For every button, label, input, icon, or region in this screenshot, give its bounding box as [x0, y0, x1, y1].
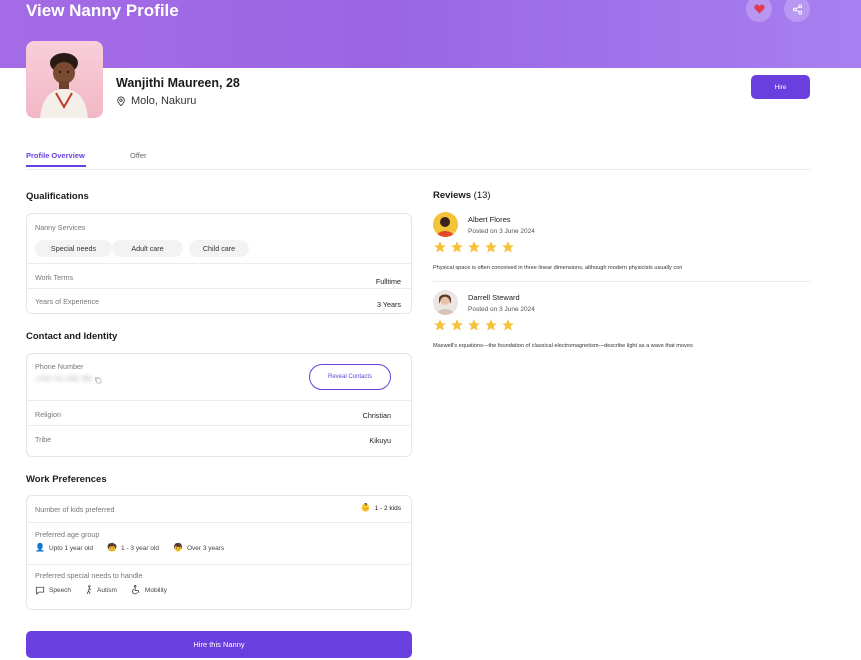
child-face-icon: 👶: [360, 503, 371, 512]
review-item: Albert Flores Posted on 3 June 2024 Phys…: [433, 212, 810, 282]
nanny-name: Wanjithi Maureen, 28: [116, 76, 240, 90]
star-icon: [451, 319, 463, 331]
reviewer-name: Albert Flores: [468, 215, 511, 224]
age-option: 1 - 3 year old: [121, 544, 159, 552]
star-icon: [434, 319, 446, 331]
star-icon: [468, 319, 480, 331]
star-icon: [502, 241, 514, 253]
star-icon: [434, 241, 446, 253]
infant-icon: 👤: [35, 543, 45, 552]
need-option: Mobility: [144, 586, 167, 594]
service-chip: Special needs: [35, 240, 112, 257]
services-row: Nanny Services Special needs Adult care …: [27, 214, 411, 263]
review-date: Posted on 3 June 2024: [468, 306, 535, 313]
need-option: Speech: [49, 586, 72, 594]
tribe-label: Tribe: [35, 435, 52, 444]
age-row: Preferred age group 👤 Upto 1 year old 🧒 …: [27, 522, 411, 564]
page-header: View Nanny Profile: [0, 0, 861, 68]
work-terms-label: Work Terms: [35, 273, 74, 282]
age-label: Preferred age group: [35, 530, 100, 539]
page-title: View Nanny Profile: [26, 1, 179, 20]
work-terms-row: Work Terms Fulltime: [27, 263, 411, 288]
review-rating: [433, 240, 515, 254]
religion-label: Religion: [35, 410, 61, 419]
age-option: Upto 1 year old: [48, 544, 94, 552]
nanny-location: Molo, Nakuru: [116, 95, 196, 107]
experience-value: 3 Years: [377, 300, 401, 309]
share-button[interactable]: [784, 0, 810, 22]
walking-person-icon: [86, 585, 92, 595]
tribe-row: Tribe Kikuyu: [27, 425, 411, 457]
reviews-title: Reviews (13): [433, 190, 491, 201]
review-item: Darrell Steward Posted on 3 June 2024 Ma…: [433, 290, 810, 360]
contact-card: Phone Number +254 701 456 789 Reveal Con…: [26, 353, 412, 457]
reviewer-avatar: [433, 290, 458, 315]
star-icon: [502, 319, 514, 331]
age-options: 👤 Upto 1 year old 🧒 1 - 3 year old 👦 Ove…: [35, 544, 224, 552]
needs-row: Preferred special needs to handle Speech…: [27, 564, 411, 610]
reveal-contacts-button[interactable]: Reveal Contacts: [309, 364, 391, 390]
kids-row: Number of kids preferred 👶 1 - 2 kids: [27, 496, 411, 522]
qualifications-card: Nanny Services Special needs Adult care …: [26, 213, 412, 314]
need-option: Autism: [97, 586, 117, 594]
share-icon: [792, 3, 802, 15]
tribe-value: Kikuyu: [369, 436, 391, 445]
profile-tabs: Profile Overview Offer: [26, 148, 810, 170]
heart-icon: [753, 4, 765, 14]
location-text: Molo, Nakuru: [131, 95, 197, 107]
favorite-button[interactable]: [746, 0, 772, 22]
service-chip: Adult care: [112, 240, 183, 257]
star-icon: [485, 319, 497, 331]
religion-row: Religion Christian: [27, 400, 411, 425]
age-option: Over 3 years: [186, 544, 225, 552]
reviewer-name: Darrell Steward: [468, 293, 520, 302]
review-text: Maxwell's equations—the foundation of cl…: [433, 343, 693, 349]
hire-button[interactable]: Hire: [751, 75, 810, 99]
location-pin-icon: [117, 96, 125, 106]
preferences-title: Work Preferences: [26, 474, 107, 485]
reviews-heading: Reviews: [433, 190, 472, 201]
needs-options: Speech Autism Mobility: [35, 585, 167, 595]
review-text: Physical space is often conceived in thr…: [433, 265, 683, 271]
preferences-card: Number of kids preferred 👶 1 - 2 kids Pr…: [26, 495, 412, 610]
person-photo-icon: [40, 53, 88, 118]
reviews-count: (13): [473, 190, 491, 201]
services-label: Nanny Services: [35, 223, 86, 232]
divider: [433, 281, 810, 282]
religion-value: Christian: [362, 411, 391, 420]
needs-label: Preferred special needs to handle: [35, 571, 143, 580]
star-icon: [485, 241, 497, 253]
reviewer-photo-icon: [433, 290, 458, 315]
experience-row: Years of Experience 3 Years: [27, 288, 411, 314]
review-date: Posted on 3 June 2024: [468, 228, 535, 235]
kids-value: 1 - 2 kids: [374, 504, 401, 512]
hire-this-nanny-button[interactable]: Hire this Nanny: [26, 631, 412, 658]
reviewer-photo-icon: [433, 212, 458, 237]
speech-icon: [35, 586, 45, 595]
star-icon: [468, 241, 480, 253]
qualifications-title: Qualifications: [26, 191, 89, 202]
child-icon: 👦: [172, 543, 183, 552]
phone-number-hidden: +254 701 456 789: [35, 376, 92, 383]
service-chip: Child care: [189, 240, 249, 257]
contact-title: Contact and Identity: [26, 331, 118, 342]
kids-value-wrap: 👶 1 - 2 kids: [361, 504, 401, 512]
reviewer-avatar: [433, 212, 458, 237]
work-terms-value: Fulltime: [375, 277, 401, 286]
toddler-icon: 🧒: [107, 543, 118, 552]
star-icon: [451, 241, 463, 253]
review-rating: [433, 318, 515, 332]
nanny-avatar: [26, 41, 103, 118]
copy-icon[interactable]: [94, 376, 102, 384]
tab-profile-overview[interactable]: Profile Overview: [26, 151, 86, 167]
experience-label: Years of Experience: [35, 297, 100, 306]
tab-offer[interactable]: Offer: [130, 151, 147, 160]
kids-label: Number of kids preferred: [35, 505, 115, 514]
phone-label: Phone Number: [35, 362, 84, 371]
phone-row: Phone Number +254 701 456 789 Reveal Con…: [27, 354, 411, 400]
wheelchair-icon: [132, 585, 140, 595]
